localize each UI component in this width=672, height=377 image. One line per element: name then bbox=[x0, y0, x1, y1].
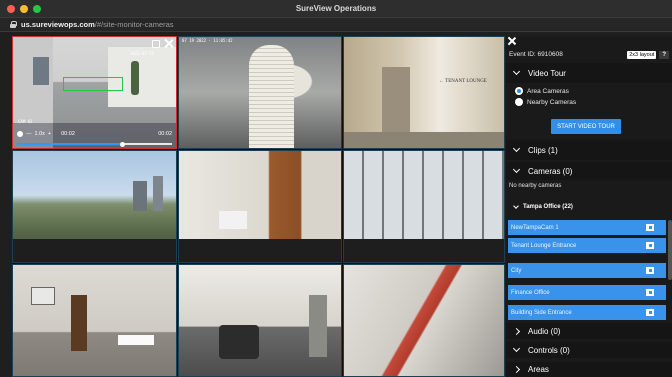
video-tile-4[interactable] bbox=[12, 150, 177, 263]
radio-label: Area Cameras bbox=[527, 87, 569, 95]
camera-feed bbox=[179, 37, 341, 148]
chevron-down-icon bbox=[512, 165, 521, 174]
camera-feed bbox=[13, 151, 176, 262]
camera-name: Finance Office bbox=[511, 289, 550, 296]
url-host: us.sureviewops.com bbox=[21, 20, 95, 29]
wall-sign: ← TENANT LOUNGE bbox=[439, 79, 487, 84]
close-panel-icon[interactable] bbox=[508, 37, 516, 45]
camera-item[interactable]: Finance Office bbox=[508, 285, 666, 300]
minimize-window-button[interactable] bbox=[20, 5, 28, 13]
add-to-grid-icon[interactable] bbox=[646, 309, 654, 316]
section-label: Audio (0) bbox=[528, 326, 561, 336]
add-to-grid-icon[interactable] bbox=[646, 289, 654, 296]
tile-controls bbox=[152, 39, 173, 48]
video-tile-1[interactable]: 2022-07-11 CAM 02 — 1.0x + 00:02 00:02 bbox=[12, 36, 177, 149]
help-button[interactable]: ? bbox=[659, 50, 669, 59]
section-label: Cameras (0) bbox=[528, 166, 573, 176]
camera-item[interactable]: City bbox=[508, 263, 666, 278]
speed-down-icon[interactable]: — bbox=[26, 131, 32, 137]
video-tile-2[interactable]: 07 19 2022 · 11:05:42 bbox=[178, 36, 342, 149]
add-to-grid-icon[interactable] bbox=[646, 267, 654, 274]
speed-up-icon[interactable]: + bbox=[48, 131, 51, 137]
feed-timestamp: 2022-07-11 bbox=[129, 51, 154, 56]
lock-icon bbox=[10, 21, 17, 28]
playback-speed: 1.0x bbox=[34, 131, 45, 137]
feed-caption: CAM 02 bbox=[18, 119, 33, 124]
address-bar[interactable]: us.sureviewops.com /#/site-monitor-camer… bbox=[0, 18, 672, 32]
video-tile-8[interactable] bbox=[178, 264, 342, 377]
no-cameras-message: No nearby cameras bbox=[509, 183, 562, 189]
chevron-down-icon bbox=[513, 202, 519, 209]
url-path: /#/site-monitor-cameras bbox=[94, 20, 174, 29]
settings-icon[interactable] bbox=[17, 131, 23, 137]
feed-timestamp: 07 19 2022 · 11:05:42 bbox=[182, 38, 233, 43]
section-clips[interactable]: Clips (1) bbox=[506, 140, 672, 160]
video-tile-7[interactable] bbox=[12, 264, 177, 377]
camera-feed bbox=[344, 37, 504, 148]
seek-progress bbox=[17, 143, 123, 145]
fullscreen-icon[interactable] bbox=[152, 39, 160, 48]
section-cameras[interactable]: Cameras (0) bbox=[506, 162, 672, 180]
layout-button[interactable]: 2x3 layout bbox=[627, 50, 657, 59]
add-to-grid-icon[interactable] bbox=[646, 224, 654, 231]
camera-feed bbox=[344, 265, 504, 376]
chevron-right-icon bbox=[512, 327, 521, 335]
section-label: Areas bbox=[528, 365, 549, 374]
group-label: Tampa Office (22) bbox=[523, 204, 573, 210]
time-current: 00:02 bbox=[61, 131, 75, 137]
window-controls bbox=[7, 5, 41, 13]
close-window-button[interactable] bbox=[7, 5, 15, 13]
section-controls[interactable]: Controls (0) bbox=[506, 342, 672, 358]
camera-item[interactable]: NewTampaCam 1 bbox=[508, 220, 666, 235]
event-panel: Event ID: 6910608 2x3 layout ? Video Tou… bbox=[506, 36, 672, 377]
camera-name: City bbox=[511, 267, 522, 274]
video-tile-3[interactable]: ← TENANT LOUNGE bbox=[343, 36, 505, 149]
video-tile-9[interactable] bbox=[343, 264, 505, 377]
seek-handle[interactable] bbox=[120, 141, 126, 147]
close-icon[interactable] bbox=[164, 39, 173, 48]
radio-nearby-cameras[interactable]: Nearby Cameras bbox=[515, 98, 576, 106]
seek-bar[interactable] bbox=[17, 141, 172, 147]
chevron-down-icon bbox=[512, 67, 521, 76]
camera-name: NewTampaCam 1 bbox=[511, 224, 559, 231]
chevron-right-icon bbox=[512, 365, 521, 374]
zoom-window-button[interactable] bbox=[33, 5, 41, 13]
video-player-controls: — 1.0x + 00:02 00:02 bbox=[17, 131, 172, 147]
camera-name: Building Side Entrance bbox=[511, 309, 572, 316]
camera-feed bbox=[344, 151, 504, 262]
section-audio[interactable]: Audio (0) bbox=[506, 323, 672, 339]
camera-feed bbox=[13, 265, 176, 376]
group-tampa-office[interactable]: Tampa Office (22) bbox=[506, 199, 672, 215]
radio-button[interactable] bbox=[515, 87, 523, 95]
camera-feed bbox=[179, 151, 341, 262]
add-to-grid-icon[interactable] bbox=[646, 242, 654, 249]
app-window: SureView Operations us.sureviewops.com /… bbox=[0, 0, 672, 377]
event-header: Event ID: 6910608 2x3 layout ? bbox=[509, 49, 669, 60]
event-id: Event ID: 6910608 bbox=[509, 51, 563, 58]
panel-scrollbar[interactable] bbox=[668, 220, 672, 280]
section-video-tour[interactable]: Video Tour bbox=[506, 63, 672, 83]
window-title: SureView Operations bbox=[295, 4, 377, 13]
video-tile-5[interactable] bbox=[178, 150, 342, 263]
window-titlebar: SureView Operations bbox=[0, 0, 672, 18]
camera-item[interactable]: Building Side Entrance bbox=[508, 305, 666, 320]
video-grid: 2022-07-11 CAM 02 — 1.0x + 00:02 00:02 0… bbox=[12, 36, 505, 377]
chevron-down-icon bbox=[512, 344, 521, 353]
camera-item[interactable]: Tenant Lounge Entrance bbox=[508, 238, 666, 253]
section-label: Controls (0) bbox=[528, 345, 570, 355]
section-label: Clips (1) bbox=[528, 145, 558, 155]
radio-area-cameras[interactable]: Area Cameras bbox=[515, 87, 569, 95]
section-areas[interactable]: Areas bbox=[506, 362, 672, 377]
camera-name: Tenant Lounge Entrance bbox=[511, 242, 577, 249]
camera-feed bbox=[179, 265, 341, 376]
radio-label: Nearby Cameras bbox=[527, 98, 577, 106]
video-tile-6[interactable] bbox=[343, 150, 505, 263]
start-video-tour-button[interactable]: START VIDEO TOUR bbox=[551, 119, 621, 134]
radio-button[interactable] bbox=[515, 98, 523, 106]
chevron-down-icon bbox=[512, 144, 521, 153]
section-label: Video Tour bbox=[528, 68, 566, 78]
time-total: 00:02 bbox=[158, 131, 172, 137]
